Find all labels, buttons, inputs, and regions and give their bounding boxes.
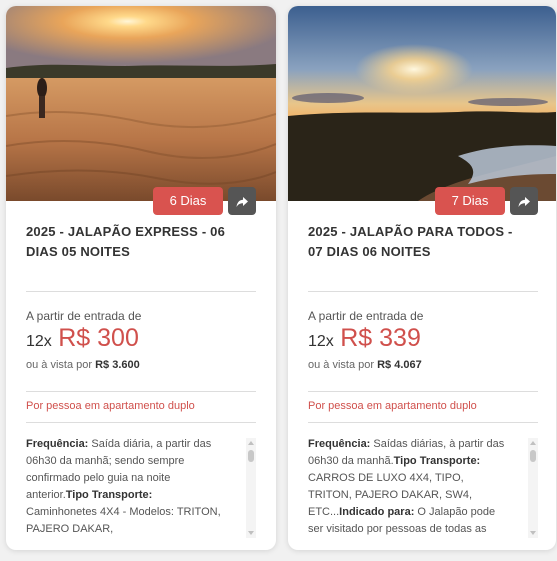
divider xyxy=(308,391,538,392)
divider xyxy=(26,422,256,423)
desc-label: Tipo Transporte: xyxy=(65,489,153,501)
installments-count: 12x xyxy=(26,333,52,350)
desc-label: Frequência: xyxy=(26,438,89,450)
divider xyxy=(26,291,256,292)
description-scrollbar[interactable] xyxy=(528,438,538,538)
package-card[interactable]: 7 Dias 2025 - JALAPÃO PARA TODOS - 07 DI… xyxy=(288,6,556,550)
installment-price: R$ 300 xyxy=(58,324,139,352)
dunes-sunset-image xyxy=(6,6,276,201)
share-button[interactable] xyxy=(228,187,256,215)
scroll-thumb[interactable] xyxy=(530,450,536,462)
share-arrow-icon xyxy=(518,197,530,208)
divider xyxy=(308,291,538,292)
share-arrow-icon xyxy=(236,197,248,208)
package-photo-river-sunset[interactable] xyxy=(288,6,556,201)
river-sunset-image xyxy=(288,6,556,201)
package-title[interactable]: 2025 - JALAPÃO PARA TODOS - 07 DIAS 06 N… xyxy=(308,222,528,262)
cash-prefix: ou à vista por xyxy=(308,359,375,371)
description-text: Frequência: Saída diária, a partir das 0… xyxy=(26,436,226,538)
scroll-up-arrow-icon[interactable] xyxy=(530,441,536,445)
package-photo-dunes-sunset[interactable] xyxy=(6,6,276,201)
description-text: Frequência: Saídas diárias, à partir das… xyxy=(308,436,508,538)
desc-label: Tipo Transporte: xyxy=(393,455,481,467)
installments: 12x R$ 300 xyxy=(26,324,139,353)
package-cards: 6 Dias 2025 - JALAPÃO EXPRESS - 06 DIAS … xyxy=(0,0,557,561)
share-button[interactable] xyxy=(510,187,538,215)
description-box[interactable]: Frequência: Saídas diárias, à partir das… xyxy=(308,436,538,540)
cash-price: R$ 3.600 xyxy=(95,359,140,371)
per-person-note: Por pessoa em apartamento duplo xyxy=(308,400,477,412)
package-title[interactable]: 2025 - JALAPÃO EXPRESS - 06 DIAS 05 NOIT… xyxy=(26,222,246,262)
scroll-up-arrow-icon[interactable] xyxy=(248,441,254,445)
cash-price-line: ou à vista por R$ 3.600 xyxy=(26,359,140,371)
scroll-down-arrow-icon[interactable] xyxy=(248,531,254,535)
installments-count: 12x xyxy=(308,333,334,350)
desc-label: Indicado para: xyxy=(339,506,415,518)
desc-label: Frequência: xyxy=(308,438,371,450)
scroll-thumb[interactable] xyxy=(248,450,254,462)
cash-price-line: ou à vista por R$ 4.067 xyxy=(308,359,422,371)
per-person-note: Por pessoa em apartamento duplo xyxy=(26,400,195,412)
from-label: A partir de entrada de xyxy=(308,309,424,323)
days-badge[interactable]: 7 Dias xyxy=(435,187,505,215)
installments: 12x R$ 339 xyxy=(308,324,421,353)
desc-text: Caminhonetes 4X4 - Modelos: TRITON, PAJE… xyxy=(26,506,221,535)
package-card[interactable]: 6 Dias 2025 - JALAPÃO EXPRESS - 06 DIAS … xyxy=(6,6,276,550)
cash-price: R$ 4.067 xyxy=(377,359,422,371)
description-box[interactable]: Frequência: Saída diária, a partir das 0… xyxy=(26,436,256,540)
days-badge[interactable]: 6 Dias xyxy=(153,187,223,215)
scroll-down-arrow-icon[interactable] xyxy=(530,531,536,535)
description-scrollbar[interactable] xyxy=(246,438,256,538)
cash-prefix: ou à vista por xyxy=(26,359,93,371)
from-label: A partir de entrada de xyxy=(26,309,142,323)
installment-price: R$ 339 xyxy=(340,324,421,352)
divider xyxy=(308,422,538,423)
divider xyxy=(26,391,256,392)
